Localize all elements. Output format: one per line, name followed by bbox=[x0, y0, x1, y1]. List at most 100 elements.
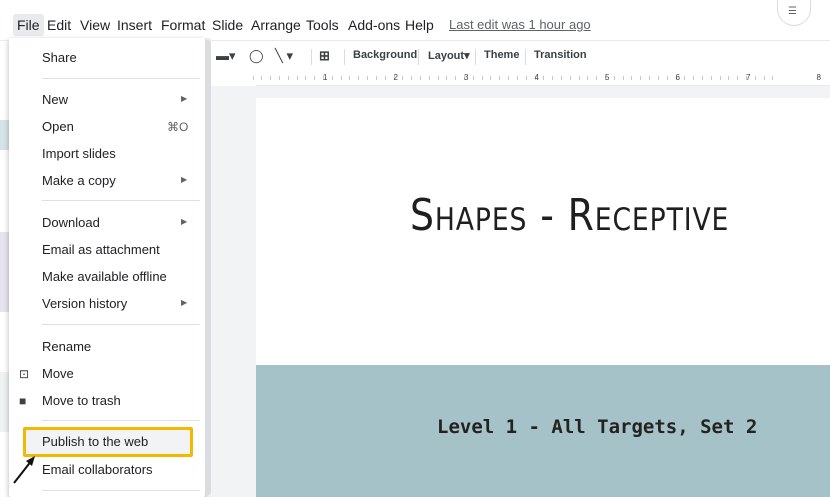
ruler-number: 2 bbox=[393, 73, 398, 82]
menu-item-move-to-trash[interactable]: ■ Move to trash bbox=[9, 389, 205, 413]
layout-button[interactable]: Layout▾ bbox=[428, 49, 470, 62]
ruler-number: 4 bbox=[534, 73, 539, 82]
menu-view[interactable]: View bbox=[80, 16, 110, 34]
chevron-down-icon: ▾ bbox=[464, 50, 470, 62]
image-icon[interactable]: ▬▾ bbox=[216, 48, 236, 66]
menu-item-label: Move bbox=[42, 366, 74, 381]
ruler-tick bbox=[270, 76, 272, 80]
trash-icon: ■ bbox=[19, 394, 27, 408]
menu-slide[interactable]: Slide bbox=[212, 16, 243, 34]
theme-button[interactable]: Theme bbox=[484, 49, 519, 61]
menu-bar: File Edit View Insert Format Slide Arran… bbox=[0, 0, 830, 40]
menu-item-label: Move to trash bbox=[42, 393, 121, 408]
shortcut-label: ⌘O bbox=[167, 120, 189, 134]
menu-item-label: Make a copy bbox=[42, 173, 116, 188]
menu-item-make-available-offline[interactable]: Make available offline bbox=[9, 265, 205, 289]
ruler-tick bbox=[569, 76, 571, 80]
ruler-tick bbox=[358, 76, 360, 80]
menu-add-ons[interactable]: Add-ons bbox=[348, 16, 400, 34]
ruler-tick bbox=[701, 76, 703, 80]
menu-item-version-history[interactable]: Version history ▶ bbox=[9, 292, 205, 316]
background-button[interactable]: Background bbox=[353, 49, 417, 61]
menu-item-make-a-copy[interactable]: Make a copy ▶ bbox=[9, 169, 205, 193]
ruler-tick bbox=[314, 76, 316, 80]
menu-item-label: Rename bbox=[42, 339, 92, 354]
ruler-tick bbox=[578, 76, 580, 80]
menu-item-publish-to-the-web[interactable]: Publish to the web bbox=[23, 427, 193, 457]
ruler-tick bbox=[710, 76, 712, 80]
menu-item-label: Download bbox=[42, 215, 100, 230]
horizontal-ruler: 1 2 3 4 5 6 7 8 bbox=[252, 72, 830, 86]
ruler-number: 1 bbox=[323, 73, 328, 82]
menu-item-open[interactable]: Open ⌘O bbox=[9, 115, 205, 139]
menu-item-share[interactable]: Share bbox=[9, 46, 205, 70]
menu-divider bbox=[42, 420, 200, 421]
menu-item-download[interactable]: Download ▶ bbox=[9, 211, 205, 235]
ruler-number: 5 bbox=[605, 73, 610, 82]
menu-arrange[interactable]: Arrange bbox=[251, 16, 301, 34]
ruler-tick bbox=[455, 76, 457, 80]
menu-file[interactable]: File bbox=[13, 14, 44, 36]
submenu-arrow-icon: ▶ bbox=[181, 217, 188, 226]
menu-item-label: Make available offline bbox=[42, 269, 167, 284]
ruler-tick bbox=[375, 76, 377, 80]
line-icon[interactable]: ╲ ▾ bbox=[275, 48, 293, 66]
annotation-arrow-icon bbox=[13, 456, 35, 484]
ruler-tick bbox=[763, 76, 765, 80]
menu-scrollbar-thumb[interactable] bbox=[205, 40, 211, 495]
ruler-tick bbox=[640, 76, 642, 80]
ruler-tick bbox=[552, 76, 554, 80]
ruler-tick bbox=[543, 76, 545, 80]
submenu-arrow-icon: ▶ bbox=[181, 175, 188, 184]
ruler-tick bbox=[278, 76, 280, 80]
ruler-tick bbox=[437, 76, 439, 80]
menu-item-label: Publish to the web bbox=[42, 434, 149, 449]
ruler-tick bbox=[490, 76, 492, 80]
ruler-tick bbox=[649, 76, 651, 80]
ruler-tick bbox=[516, 76, 518, 80]
menu-edit[interactable]: Edit bbox=[47, 16, 71, 34]
toolbar-separator bbox=[418, 49, 419, 65]
menu-insert[interactable]: Insert bbox=[117, 16, 152, 34]
slide-subtitle[interactable]: Level 1 - All Targets, Set 2 bbox=[437, 416, 757, 438]
menu-tools[interactable]: Tools bbox=[306, 16, 339, 34]
ruler-number: 8 bbox=[816, 73, 821, 82]
toolbar-separator bbox=[311, 49, 312, 65]
menu-format[interactable]: Format bbox=[161, 16, 205, 34]
ruler-tick bbox=[499, 76, 501, 80]
add-comment-icon[interactable]: ⊞ bbox=[319, 48, 330, 66]
last-edit-link[interactable]: Last edit was 1 hour ago bbox=[449, 17, 591, 32]
menu-item-rename[interactable]: Rename bbox=[9, 335, 205, 359]
slide-title[interactable]: Shapes - Receptive bbox=[410, 190, 729, 241]
menu-item-move[interactable]: ⊡ Move bbox=[9, 362, 205, 386]
layout-label: Layout bbox=[428, 50, 465, 62]
ruler-tick bbox=[367, 76, 369, 80]
menu-divider bbox=[42, 78, 200, 79]
ruler-tick bbox=[428, 76, 430, 80]
menu-item-import-slides[interactable]: Import slides bbox=[9, 142, 205, 166]
ruler-tick bbox=[657, 76, 659, 80]
ruler-tick bbox=[481, 76, 483, 80]
ruler-tick bbox=[587, 76, 589, 80]
menu-item-label: New bbox=[42, 92, 69, 107]
comments-button[interactable]: ☰ bbox=[777, 0, 811, 26]
comment-icon: ☰ bbox=[788, 6, 797, 17]
toolbar-separator bbox=[525, 49, 526, 65]
ruler-number: 7 bbox=[746, 73, 751, 82]
submenu-arrow-icon: ▶ bbox=[181, 298, 188, 307]
ruler-number: 6 bbox=[675, 73, 680, 82]
menu-item-email-as-attachment[interactable]: Email as attachment bbox=[9, 238, 205, 262]
menu-help[interactable]: Help bbox=[405, 16, 434, 34]
ruler-tick bbox=[508, 76, 510, 80]
ruler-tick bbox=[411, 76, 413, 80]
ruler-tick bbox=[340, 76, 342, 80]
menu-item-label: Share bbox=[42, 50, 77, 65]
ruler-tick bbox=[419, 76, 421, 80]
transition-button[interactable]: Transition bbox=[534, 49, 587, 61]
ruler-tick bbox=[472, 76, 474, 80]
menu-divider bbox=[42, 324, 200, 325]
ruler-tick bbox=[402, 76, 404, 80]
menu-item-new[interactable]: New ▶ bbox=[9, 88, 205, 112]
shape-icon[interactable]: ◯ bbox=[249, 48, 264, 66]
ruler-tick bbox=[754, 76, 756, 80]
